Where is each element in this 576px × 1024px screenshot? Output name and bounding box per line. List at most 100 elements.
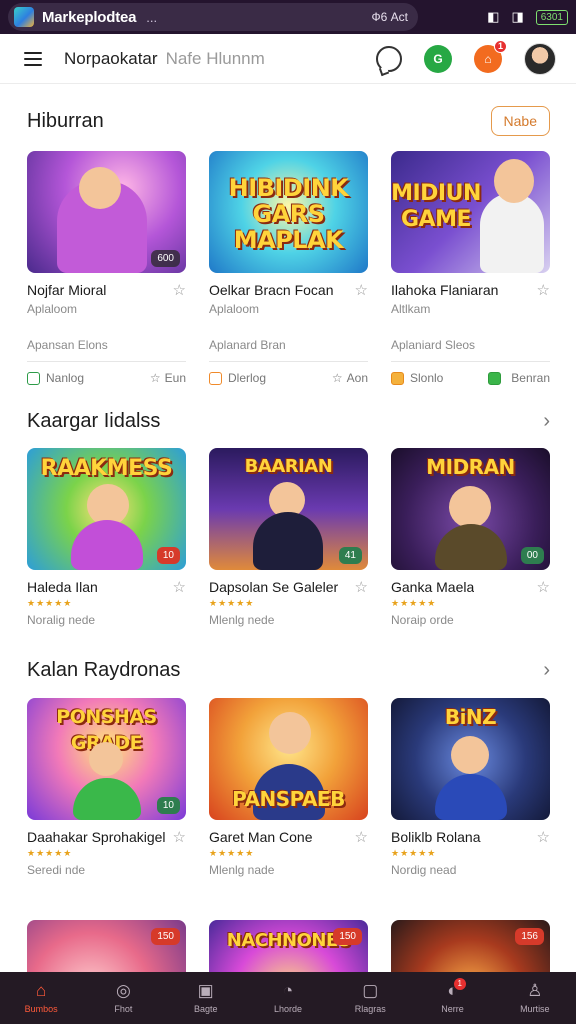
- bell-icon: ⌂: [484, 51, 492, 66]
- star-icon[interactable]: ☆: [355, 578, 368, 596]
- wallet-button[interactable]: G: [424, 44, 452, 73]
- thumbnail-title: RAAKMESS: [40, 456, 173, 481]
- more-dots: ...: [146, 9, 158, 25]
- nav-item-murtise[interactable]: ♙ Murtise: [494, 972, 576, 1024]
- nav-item-fhot[interactable]: ◎ Fhot: [82, 972, 164, 1024]
- game-card[interactable]: RAAKMESS 10 Haleda Ilan ☆ ★★★★★ Noralig …: [27, 448, 186, 627]
- nav-item-rlagras[interactable]: ▢ Rlagras: [329, 972, 411, 1024]
- chat-icon[interactable]: [376, 45, 402, 72]
- thumbnail-title: BiNZ: [444, 705, 497, 729]
- nav-item-lhorde[interactable]: ◔ Lhorde: [247, 972, 329, 1024]
- nav-label: Bumbos: [24, 1004, 58, 1014]
- footer-right-label[interactable]: Benran: [511, 371, 550, 385]
- card-title: Daahakar Sprohakigel: [27, 829, 166, 845]
- game-thumbnail[interactable]: PANSPAEB: [209, 698, 368, 820]
- game-card[interactable]: 156: [391, 920, 550, 972]
- game-card[interactable]: BAARIAN 41 Dapsolan Se Galeler ☆ ★★★★★ M…: [209, 448, 368, 627]
- star-icon[interactable]: ☆: [355, 281, 368, 299]
- app-title: Markeplodtea: [42, 8, 137, 26]
- game-card[interactable]: PONSHAS GRADE 10 Daahakar Sprohakigel ☆ …: [27, 698, 186, 877]
- character-head: [269, 712, 311, 754]
- signal-icon: ◧: [487, 9, 500, 24]
- card-meta: Aplanard Bran: [209, 338, 286, 352]
- chevron-right-icon[interactable]: ›: [543, 410, 550, 433]
- game-card[interactable]: MIDIUN GAME Ilahoka Flaniaran ☆ Altlkam …: [391, 151, 550, 385]
- thumbnail-badge: 600: [151, 250, 180, 267]
- nav-item-bagte[interactable]: ▣ Bagte: [165, 972, 247, 1024]
- nav-label: Fhot: [114, 1004, 133, 1014]
- thumbnail-title: HIBIDINK GARS MAPLAK: [228, 174, 349, 254]
- chevron-right-icon[interactable]: ›: [543, 659, 550, 682]
- game-thumbnail[interactable]: BAARIAN 41: [209, 448, 368, 570]
- game-card[interactable]: 150: [27, 920, 186, 972]
- game-card[interactable]: BiNZ Boliklb Rolana ☆ ★★★★★ Nordig nead: [391, 698, 550, 877]
- profile-icon: ♙: [527, 981, 543, 1000]
- avatar[interactable]: [524, 42, 556, 75]
- star-icon[interactable]: ☆: [537, 281, 550, 299]
- app-logo-icon: [14, 7, 34, 27]
- nav-item-home[interactable]: ⌂ Bumbos: [0, 972, 82, 1024]
- star-icon[interactable]: ☆: [173, 828, 186, 846]
- message-icon: ◐ 1: [447, 978, 466, 1000]
- footer-right-label[interactable]: Aon: [347, 371, 368, 385]
- wifi-icon: ◨: [511, 9, 524, 24]
- thumbnail-title: PANSPAEB: [232, 787, 345, 811]
- game-thumbnail[interactable]: 150: [27, 920, 186, 972]
- character-head: [449, 486, 491, 528]
- nav-label: Bagte: [193, 1004, 218, 1014]
- game-thumbnail[interactable]: BiNZ: [391, 698, 550, 820]
- card-subtitle: Mlenlg nede: [209, 613, 275, 627]
- section-title: Kalan Raydronas: [27, 659, 181, 681]
- notifications-button[interactable]: ⌂ 1: [474, 39, 507, 73]
- thumbnail-title: BAARIAN: [244, 456, 333, 477]
- star-icon: ☆: [331, 371, 343, 385]
- star-icon[interactable]: ☆: [173, 578, 186, 596]
- nav-label: Rlagras: [354, 1004, 386, 1014]
- thumbnail-badge: 00: [520, 547, 544, 564]
- star-icon[interactable]: ☆: [537, 828, 550, 846]
- battery-indicator: 6301: [535, 9, 568, 25]
- system-icons: ◧ ◨ 6301: [487, 9, 568, 25]
- section-header-kalan: Kalan Raydronas ›: [27, 659, 550, 682]
- star-icon[interactable]: ☆: [173, 281, 186, 299]
- character-figure: [73, 778, 141, 820]
- game-card[interactable]: MIDRAN 00 Ganka Maela ☆ ★★★★★ Noraip ord…: [391, 448, 550, 627]
- app-switcher-pill[interactable]: Markeplodtea ... Ф6 Aсt: [8, 3, 418, 31]
- game-thumbnail[interactable]: NACHNONES 150: [209, 920, 368, 972]
- game-card[interactable]: 600 Nojfar Mioral ☆ Aplaloom Apansan Elo…: [27, 151, 186, 385]
- card-title: Boliklb Rolana: [391, 829, 481, 845]
- hamburger-menu-icon[interactable]: [24, 51, 42, 66]
- game-card[interactable]: PANSPAEB Garet Man Cone ☆ ★★★★★ Mlenlg n…: [209, 698, 368, 877]
- card-subtitle: Mlenlg nade: [209, 863, 275, 877]
- character-figure: [435, 774, 507, 820]
- game-thumbnail[interactable]: HIBIDINK GARS MAPLAK: [209, 151, 368, 273]
- notification-badge: 1: [494, 39, 507, 53]
- game-card[interactable]: NACHNONES 150: [209, 920, 368, 972]
- header-actions: G ⌂ 1: [376, 39, 556, 75]
- thumbnail-badge: 41: [338, 547, 362, 564]
- game-thumbnail[interactable]: RAAKMESS 10: [27, 448, 186, 570]
- game-thumbnail[interactable]: PONSHAS GRADE 10: [27, 698, 186, 820]
- game-thumbnail[interactable]: 600: [27, 151, 186, 273]
- footer-right-label[interactable]: Eun: [165, 371, 186, 385]
- character-figure: [71, 520, 143, 570]
- box-icon: ▢: [362, 981, 379, 1000]
- footer-left-label[interactable]: Dlerlog: [228, 371, 266, 385]
- see-more-button[interactable]: Nabe: [490, 106, 550, 136]
- nav-label: Nerre: [441, 1004, 464, 1014]
- game-thumbnail[interactable]: MIDRAN 00: [391, 448, 550, 570]
- star-rating: ★★★★★: [391, 598, 437, 608]
- game-card[interactable]: HIBIDINK GARS MAPLAK Oelkar Bracn Focan …: [209, 151, 368, 385]
- section-header-hiburran: Hiburran Nabe: [27, 106, 550, 136]
- star-icon[interactable]: ☆: [537, 578, 550, 596]
- page-title: Norpaokatar: [64, 48, 158, 68]
- star-rating: ★★★★★: [27, 848, 73, 858]
- divider: [391, 361, 550, 362]
- game-thumbnail[interactable]: 156: [391, 920, 550, 972]
- footer-left-label[interactable]: Slonlo: [410, 371, 443, 385]
- footer-left-label[interactable]: Nanlog: [46, 371, 84, 385]
- star-rating: ★★★★★: [209, 598, 255, 608]
- game-thumbnail[interactable]: MIDIUN GAME: [391, 151, 550, 273]
- star-icon[interactable]: ☆: [355, 828, 368, 846]
- nav-item-nerre[interactable]: ◐ 1 Nerre: [411, 972, 493, 1024]
